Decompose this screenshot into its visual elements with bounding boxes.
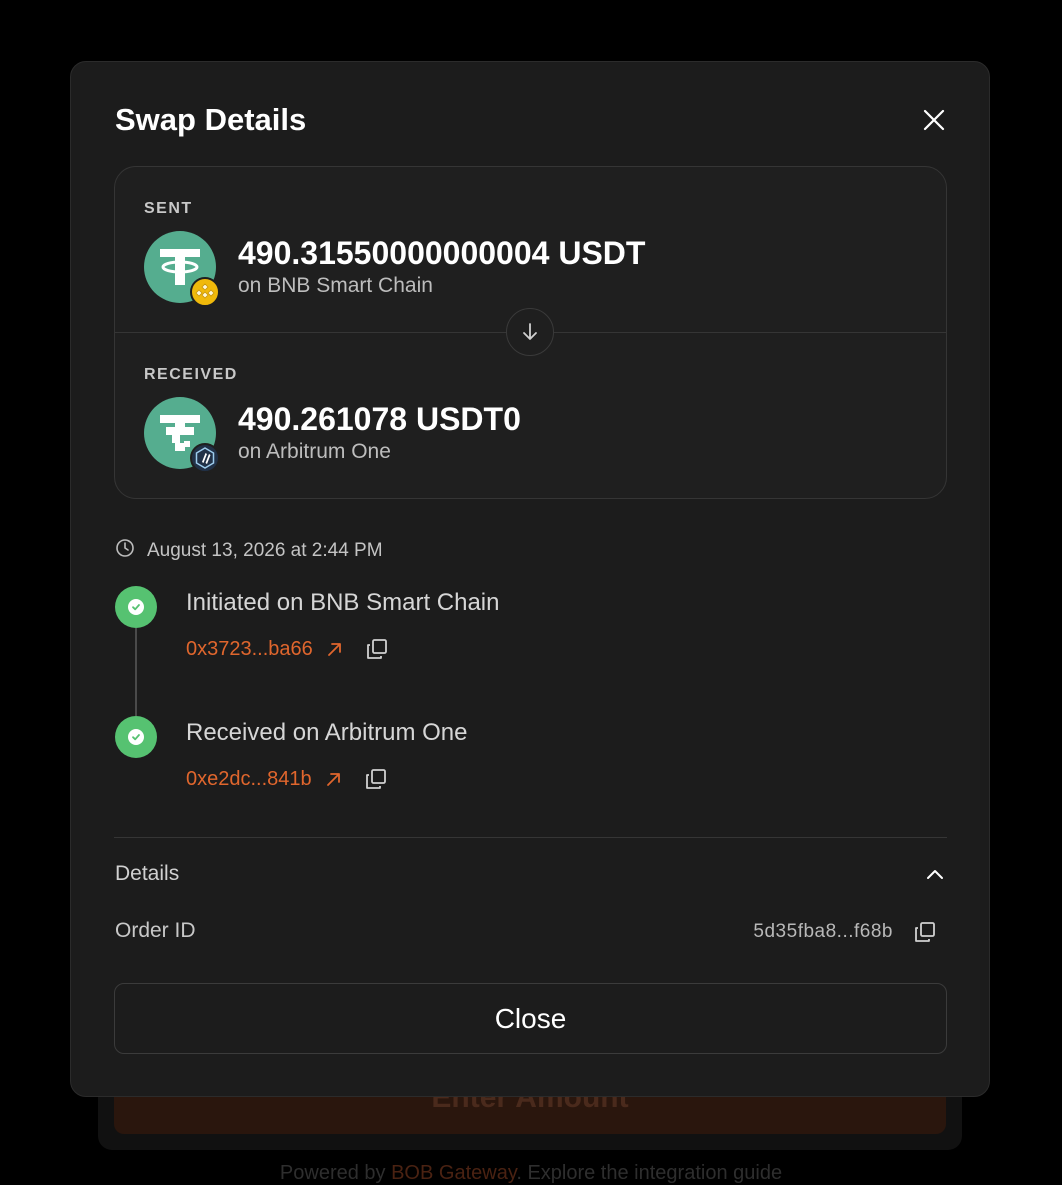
clock-icon bbox=[115, 538, 135, 563]
sent-chain: on BNB Smart Chain bbox=[238, 274, 433, 297]
copy-icon[interactable] bbox=[365, 637, 389, 661]
arrow-down-icon bbox=[506, 308, 554, 356]
details-divider bbox=[114, 837, 947, 838]
step-title: Initiated on BNB Smart Chain bbox=[186, 589, 500, 616]
copy-icon[interactable] bbox=[913, 920, 937, 944]
step-tx-row: 0x3723...ba66 bbox=[186, 637, 389, 661]
sent-amount: 490.31550000000004 USDT bbox=[238, 235, 646, 271]
step-title: Received on Arbitrum One bbox=[186, 719, 468, 746]
swap-details-modal: Swap Details SENT 490.31550000000004 USD… bbox=[70, 61, 990, 1097]
tx-hash-link[interactable]: 0x3723...ba66 bbox=[186, 638, 313, 661]
order-id-value: 5d35fba8...f68b bbox=[753, 921, 893, 942]
external-link-icon[interactable] bbox=[325, 639, 345, 659]
close-icon[interactable] bbox=[919, 105, 949, 135]
details-toggle-label[interactable]: Details bbox=[115, 862, 179, 886]
chevron-up-icon[interactable] bbox=[923, 863, 947, 887]
timeline-connector bbox=[135, 628, 137, 716]
footer-prefix: Powered by bbox=[279, 1162, 392, 1184]
swap-date: August 13, 2026 at 2:44 PM bbox=[147, 539, 383, 561]
step-complete-icon bbox=[115, 586, 157, 628]
swap-date-row: August 13, 2026 at 2:44 PM bbox=[115, 538, 383, 563]
tx-hash-link[interactable]: 0xe2dc...841b bbox=[186, 768, 312, 791]
copy-icon[interactable] bbox=[364, 767, 388, 791]
footer-suffix: . Explore the integration guide bbox=[516, 1162, 783, 1184]
received-amount: 490.261078 USDT0 bbox=[238, 401, 521, 437]
received-section: RECEIVED 490.261078 USDT0 on Arbitrum On… bbox=[115, 333, 946, 498]
swap-summary-card: SENT 490.31550000000004 USDT on BNB Smar… bbox=[114, 166, 947, 499]
external-link-icon[interactable] bbox=[324, 769, 344, 789]
close-button[interactable]: Close bbox=[114, 983, 947, 1054]
step-tx-row: 0xe2dc...841b bbox=[186, 767, 388, 791]
powered-by-footer: Powered by BOB Gateway. Explore the inte… bbox=[0, 1162, 1062, 1185]
arbitrum-icon bbox=[190, 443, 220, 473]
step-complete-icon bbox=[115, 716, 157, 758]
sent-label: SENT bbox=[144, 200, 193, 217]
modal-title: Swap Details bbox=[115, 102, 307, 137]
order-id-label: Order ID bbox=[115, 919, 196, 942]
received-chain: on Arbitrum One bbox=[238, 440, 391, 463]
footer-link: BOB Gateway bbox=[391, 1162, 517, 1184]
received-label: RECEIVED bbox=[144, 366, 238, 383]
bnb-icon bbox=[190, 277, 220, 307]
